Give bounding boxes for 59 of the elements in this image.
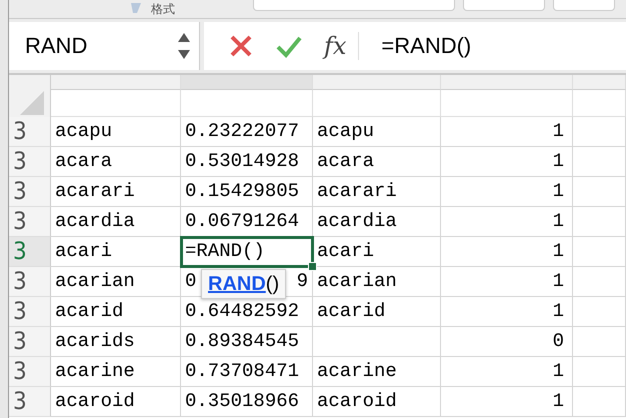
fill-handle[interactable]: [308, 262, 317, 271]
cancel-icon[interactable]: [228, 33, 254, 59]
table-cell: 0.35018966: [181, 387, 313, 417]
table-cell: acarid: [51, 297, 181, 327]
table-cell: 1: [441, 117, 573, 147]
row-header[interactable]: 3: [9, 297, 51, 327]
table-cell: 0.64482592: [181, 297, 313, 327]
table-cell: 1: [441, 147, 573, 177]
table-cell: 1: [441, 207, 573, 237]
toolbar-field[interactable]: [553, 0, 615, 11]
row-header[interactable]: 3: [9, 207, 51, 237]
table-cell: acarid: [313, 297, 441, 327]
table-cell: acardia: [313, 207, 441, 237]
table-cell: acarian: [51, 267, 181, 297]
row-header[interactable]: 3: [9, 147, 51, 177]
table-cell: 0.73708471: [181, 357, 313, 387]
row-header[interactable]: 3: [9, 237, 51, 267]
toolbar-label[interactable]: 格式: [151, 0, 175, 18]
table-cell: 1: [441, 237, 573, 267]
select-all-icon[interactable]: [20, 91, 44, 115]
table-cell: 0: [441, 327, 573, 357]
toolbar-field[interactable]: [253, 0, 455, 11]
table-cell: acaroid: [313, 387, 441, 417]
table-cell: acarids: [51, 327, 181, 357]
table-cell: 1: [441, 387, 573, 417]
row-header[interactable]: 3: [9, 357, 51, 387]
table-cell: 0.53014928: [181, 147, 313, 177]
table-cell: acara: [313, 147, 441, 177]
table-cell: acari: [51, 237, 181, 267]
row-header[interactable]: 3: [9, 117, 51, 147]
table-cell: 1: [441, 177, 573, 207]
table-cell: acarian: [313, 267, 441, 297]
table-cell: acapu: [51, 117, 181, 147]
row-header[interactable]: 3: [9, 327, 51, 357]
table-cell: acara: [51, 147, 181, 177]
table-cell: acaroid: [51, 387, 181, 417]
row-header[interactable]: 3: [9, 387, 51, 417]
toolbar-field[interactable]: [463, 0, 545, 11]
row-header[interactable]: 3: [9, 267, 51, 297]
table-cell: 0.89384545: [181, 327, 313, 357]
table-cell: acardia: [51, 207, 181, 237]
name-box[interactable]: RAND: [9, 22, 200, 70]
row-header[interactable]: 3: [9, 177, 51, 207]
table-cell: acarine: [51, 357, 181, 387]
brush-icon[interactable]: [129, 3, 143, 15]
table-cell: acarine: [313, 357, 441, 387]
table-cell: acapu: [313, 117, 441, 147]
table-cell: 1: [441, 267, 573, 297]
table-cell: 0.15429805: [181, 177, 313, 207]
table-cell: acarari: [313, 177, 441, 207]
autocomplete-tooltip[interactable]: RAND(): [201, 269, 286, 299]
table-cell: acarari: [51, 177, 181, 207]
table-cell: 1: [441, 357, 573, 387]
table-cell: 1: [441, 297, 573, 327]
table-cell: acari: [313, 237, 441, 267]
formula-field[interactable]: =RAND(): [381, 33, 472, 59]
table-cell: 0.06791264: [181, 207, 313, 237]
table-cell: 0.23222077: [181, 117, 313, 147]
stepper-icon[interactable]: [177, 31, 191, 61]
